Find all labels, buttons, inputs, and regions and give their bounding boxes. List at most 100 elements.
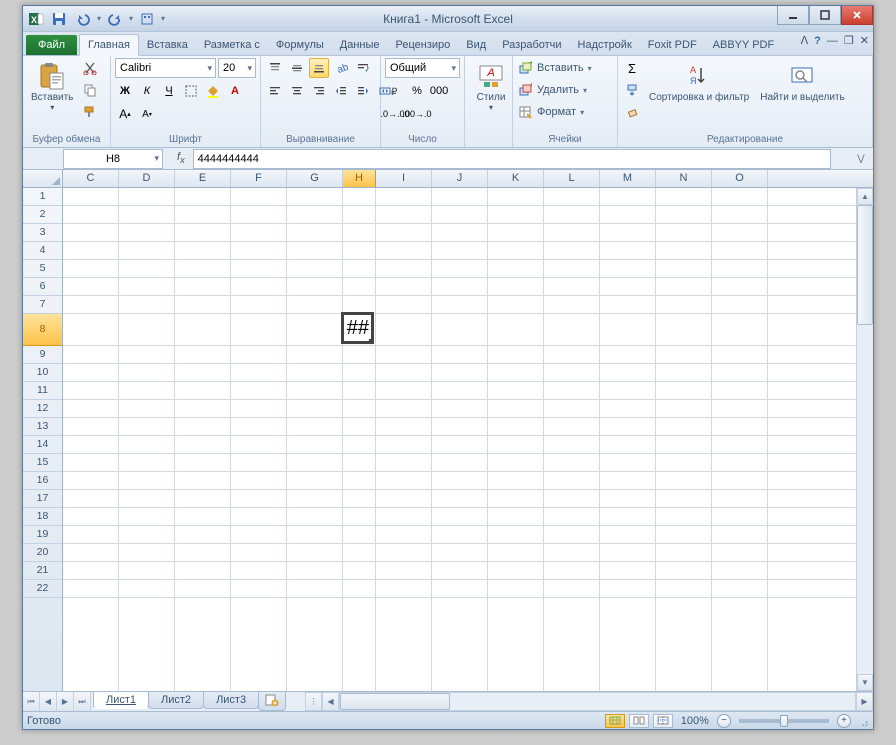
tab-developer[interactable]: Разработчи [494, 35, 569, 55]
tab-formulas[interactable]: Формулы [268, 35, 332, 55]
scroll-left-button[interactable]: ◀ [322, 692, 339, 711]
name-box[interactable]: H8 [63, 149, 163, 169]
row-header[interactable]: 19 [23, 526, 62, 544]
close-button[interactable] [841, 6, 873, 25]
zoom-value[interactable]: 100% [681, 715, 709, 727]
resize-grip-icon[interactable]: ⣠ [861, 714, 869, 727]
row-header[interactable]: 22 [23, 580, 62, 598]
column-header[interactable]: F [231, 170, 287, 187]
undo-button[interactable] [73, 9, 93, 29]
qat-customize-icon[interactable]: ▾ [161, 14, 165, 23]
row-header[interactable]: 7 [23, 296, 62, 314]
chevron-down-icon[interactable]: ▾ [583, 86, 587, 95]
vscroll-thumb[interactable] [857, 205, 873, 325]
font-color-button[interactable]: A [225, 81, 245, 101]
undo-dropdown-icon[interactable]: ▾ [97, 14, 101, 23]
hscroll-thumb[interactable] [340, 693, 450, 710]
column-header[interactable]: J [432, 170, 488, 187]
font-size-combo[interactable]: 20 [218, 58, 256, 78]
row-header[interactable]: 21 [23, 562, 62, 580]
column-header[interactable]: K [488, 170, 544, 187]
zoom-slider[interactable] [739, 719, 829, 723]
wrap-text-button[interactable] [353, 58, 373, 78]
column-header[interactable]: O [712, 170, 768, 187]
row-header[interactable]: 13 [23, 418, 62, 436]
column-header[interactable]: H [343, 170, 376, 187]
workbook-close-icon[interactable]: ✕ [860, 34, 869, 47]
sheet-tab[interactable]: Лист2 [148, 692, 204, 709]
row-header[interactable]: 6 [23, 278, 62, 296]
format-painter-button[interactable] [80, 102, 100, 122]
redo-dropdown-icon[interactable]: ▾ [129, 14, 133, 23]
formula-input[interactable]: 4444444444 [193, 149, 831, 169]
borders-button[interactable] [181, 81, 201, 101]
align-left-button[interactable] [265, 81, 285, 101]
qat-extra-button[interactable] [137, 9, 157, 29]
active-cell[interactable]: ## [341, 312, 374, 344]
row-header[interactable]: 9 [23, 346, 62, 364]
scroll-down-button[interactable]: ▼ [857, 674, 873, 691]
percent-button[interactable]: % [407, 81, 427, 101]
column-header[interactable]: E [175, 170, 231, 187]
orientation-button[interactable]: ab [331, 58, 351, 78]
row-header[interactable]: 16 [23, 472, 62, 490]
align-top-button[interactable] [265, 58, 285, 78]
find-select-button[interactable]: Найти и выделить [756, 58, 848, 105]
sheet-nav-first[interactable]: ⏮ [23, 692, 40, 711]
zoom-out-button[interactable]: − [717, 714, 731, 728]
align-right-button[interactable] [309, 81, 329, 101]
row-header[interactable]: 11 [23, 382, 62, 400]
row-header[interactable]: 3 [23, 224, 62, 242]
tab-view[interactable]: Вид [458, 35, 494, 55]
italic-button[interactable]: К [137, 81, 157, 101]
decrease-indent-button[interactable] [331, 81, 351, 101]
page-break-view-button[interactable] [653, 714, 673, 728]
help-icon[interactable]: ? [814, 35, 821, 47]
comma-button[interactable]: 000 [429, 81, 449, 101]
vertical-scrollbar[interactable]: ▲ ▼ [856, 188, 873, 691]
chevron-down-icon[interactable]: ▾ [588, 64, 592, 73]
increase-indent-button[interactable] [353, 81, 373, 101]
clear-button[interactable] [622, 102, 642, 122]
delete-cells-button[interactable]: Удалить [537, 84, 579, 96]
new-sheet-button[interactable] [258, 692, 286, 711]
ribbon-minimize-icon[interactable]: ᐱ [801, 34, 809, 47]
column-header[interactable]: I [376, 170, 432, 187]
insert-cells-button[interactable]: Вставить [537, 62, 584, 74]
row-header[interactable]: 18 [23, 508, 62, 526]
row-header[interactable]: 5 [23, 260, 62, 278]
underline-button[interactable]: Ч [159, 81, 179, 101]
page-layout-view-button[interactable] [629, 714, 649, 728]
tab-home[interactable]: Главная [79, 34, 139, 56]
bold-button[interactable]: Ж [115, 81, 135, 101]
fill-button[interactable] [622, 80, 642, 100]
normal-view-button[interactable] [605, 714, 625, 728]
formula-bar-expand-icon[interactable]: ⋁ [853, 153, 869, 164]
format-cells-button[interactable]: Формат [537, 106, 576, 118]
sheet-nav-last[interactable]: ⏭ [74, 692, 91, 711]
scroll-right-button[interactable]: ▶ [856, 692, 873, 711]
workbook-minimize-icon[interactable]: ― [827, 35, 838, 47]
fill-color-button[interactable] [203, 81, 223, 101]
column-header[interactable]: D [119, 170, 175, 187]
row-header[interactable]: 17 [23, 490, 62, 508]
tab-data[interactable]: Данные [332, 35, 388, 55]
column-header[interactable]: M [600, 170, 656, 187]
tab-review[interactable]: Рецензиро [388, 35, 459, 55]
select-all-button[interactable] [23, 170, 63, 187]
redo-button[interactable] [105, 9, 125, 29]
sheet-tab[interactable]: Лист1 [93, 692, 149, 709]
decrease-font-button[interactable]: A▾ [137, 104, 157, 124]
copy-button[interactable] [80, 80, 100, 100]
cut-button[interactable] [80, 58, 100, 78]
row-header[interactable]: 1 [23, 188, 62, 206]
font-name-combo[interactable]: Calibri [115, 58, 216, 78]
fx-button[interactable]: fx [177, 151, 185, 165]
sort-filter-button[interactable]: АЯ Сортировка и фильтр [645, 58, 753, 105]
autosum-button[interactable]: Σ [622, 58, 642, 78]
row-header[interactable]: 20 [23, 544, 62, 562]
chevron-down-icon[interactable]: ▾ [580, 108, 584, 117]
currency-button[interactable]: ₽ [385, 81, 405, 101]
column-header[interactable]: N [656, 170, 712, 187]
horizontal-scrollbar[interactable]: ⋮ ◀ ▶ [305, 692, 873, 711]
